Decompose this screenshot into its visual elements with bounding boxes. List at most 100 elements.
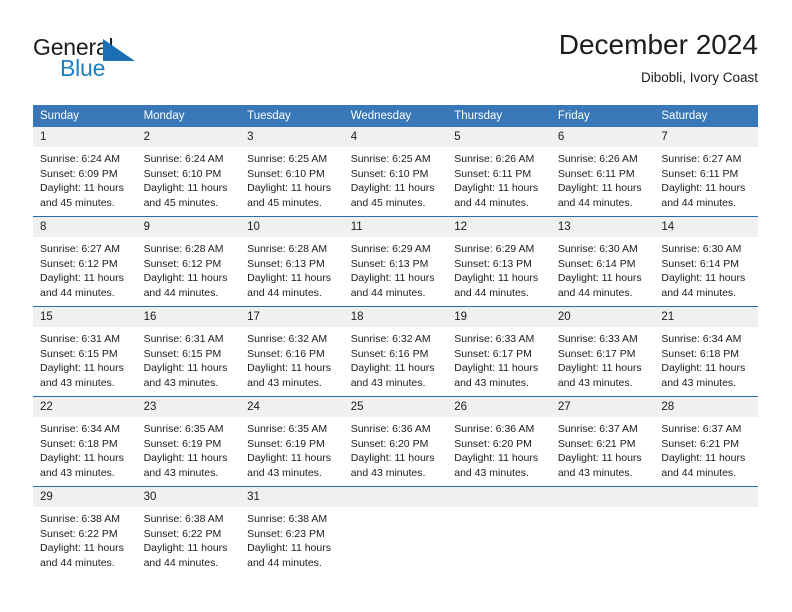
day-number: 22	[33, 397, 137, 417]
calendar-day-cell[interactable]: 8 Sunrise: 6:27 AM Sunset: 6:12 PM Daylight…	[33, 216, 137, 307]
sunrise-text: Sunrise: 6:38 AM	[40, 513, 120, 525]
brand-logo[interactable]: General Blue	[33, 34, 233, 86]
calendar-day-cell[interactable]: 4 Sunrise: 6:25 AM Sunset: 6:10 PM Daylight…	[343, 127, 448, 217]
calendar-day-cell[interactable]: 22 Sunrise: 6:34 AM Sunset: 6:18 PM Dayligh…	[33, 396, 137, 487]
daylight-text: Daylight: 11 hours and 43 minutes.	[350, 452, 435, 479]
calendar-day-cell[interactable]: 18 Sunrise: 6:32 AM Sunset: 6:16 PM Dayligh…	[343, 306, 448, 397]
calendar-day-cell[interactable]: 6 Sunrise: 6:26 AM Sunset: 6:11 PM Daylight…	[550, 127, 655, 217]
sunset-text: Sunset: 6:20 PM	[350, 437, 429, 450]
daylight-text: Daylight: 11 hours and 44 minutes.	[143, 542, 228, 569]
daylight-text: Daylight: 11 hours and 43 minutes.	[143, 362, 228, 389]
calendar-body: 1 Sunrise: 6:24 AM Sunset: 6:09 PM Daylight…	[33, 127, 758, 576]
calendar-day-cell[interactable]: 21 Sunrise: 6:34 AM Sunset: 6:18 PM Dayligh…	[654, 306, 758, 397]
calendar-day-cell[interactable]: 26 Sunrise: 6:36 AM Sunset: 6:20 PM Dayligh…	[447, 396, 551, 487]
daylight-text: Daylight: 11 hours and 45 minutes.	[350, 182, 435, 209]
day-number: 28	[654, 397, 758, 417]
sunset-text: Sunset: 6:18 PM	[661, 347, 740, 360]
calendar-day-cell[interactable]: 9 Sunrise: 6:28 AM Sunset: 6:12 PM Daylight…	[136, 216, 241, 307]
daylight-text: Daylight: 11 hours and 44 minutes.	[247, 272, 331, 299]
calendar-week-row: 1 Sunrise: 6:24 AM Sunset: 6:09 PM Daylight…	[33, 127, 758, 217]
calendar-day-cell[interactable]: 27 Sunrise: 6:37 AM Sunset: 6:21 PM Dayligh…	[550, 396, 655, 487]
sunset-text: Sunset: 6:21 PM	[557, 437, 636, 450]
calendar-day-cell[interactable]: 15 Sunrise: 6:31 AM Sunset: 6:15 PM Dayligh…	[33, 306, 137, 397]
sunrise-text: Sunrise: 6:26 AM	[454, 153, 535, 165]
calendar-cell-empty	[343, 486, 448, 576]
calendar-day-cell[interactable]: 10 Sunrise: 6:28 AM Sunset: 6:13 PM Dayligh…	[240, 216, 344, 307]
day-number: 27	[550, 397, 655, 417]
day-number: 3	[240, 127, 344, 147]
day-number: 5	[447, 127, 551, 147]
calendar-day-cell[interactable]: 11 Sunrise: 6:29 AM Sunset: 6:13 PM Dayligh…	[343, 216, 448, 307]
calendar-day-cell[interactable]: 29 Sunrise: 6:38 AM Sunset: 6:22 PM Dayligh…	[33, 486, 137, 576]
day-details: Sunrise: 6:24 AM Sunset: 6:10 PM Daylight:…	[137, 147, 241, 216]
calendar-cell-empty	[447, 486, 551, 576]
sunrise-text: Sunrise: 6:30 AM	[661, 243, 742, 255]
day-number: 8	[33, 217, 137, 237]
daylight-text: Daylight: 11 hours and 44 minutes.	[661, 272, 746, 299]
sunset-text: Sunset: 6:10 PM	[350, 167, 429, 180]
day-number: 9	[136, 217, 241, 237]
sunrise-text: Sunrise: 6:34 AM	[661, 333, 742, 345]
sunset-text: Sunset: 6:11 PM	[661, 167, 739, 180]
calendar-day-cell[interactable]: 19 Sunrise: 6:33 AM Sunset: 6:17 PM Dayligh…	[447, 306, 551, 397]
day-number: 20	[550, 307, 655, 327]
weekday-header-saturday: Saturday	[654, 105, 758, 127]
calendar-day-cell[interactable]: 16 Sunrise: 6:31 AM Sunset: 6:15 PM Dayligh…	[136, 306, 241, 397]
calendar-day-cell[interactable]: 28 Sunrise: 6:37 AM Sunset: 6:21 PM Dayligh…	[654, 396, 758, 487]
calendar-day-cell[interactable]: 30 Sunrise: 6:38 AM Sunset: 6:22 PM Dayligh…	[136, 486, 241, 576]
calendar-day-cell[interactable]: 17 Sunrise: 6:32 AM Sunset: 6:16 PM Dayligh…	[240, 306, 344, 397]
calendar-day-cell[interactable]: 7 Sunrise: 6:27 AM Sunset: 6:11 PM Daylight…	[654, 127, 758, 217]
calendar-day-cell[interactable]: 1 Sunrise: 6:24 AM Sunset: 6:09 PM Daylight…	[33, 127, 137, 217]
day-number: 4	[343, 127, 448, 147]
sunrise-text: Sunrise: 6:38 AM	[143, 513, 224, 525]
calendar-day-cell[interactable]: 3 Sunrise: 6:25 AM Sunset: 6:10 PM Daylight…	[240, 127, 344, 217]
calendar-page: General Blue December 2024 Dibobli, Ivor…	[0, 0, 792, 612]
calendar-cell-empty	[550, 486, 655, 576]
daylight-text: Daylight: 11 hours and 44 minutes.	[557, 182, 642, 209]
calendar-cell-empty	[654, 486, 758, 576]
day-details: Sunrise: 6:28 AM Sunset: 6:13 PM Daylight:…	[240, 237, 344, 306]
calendar-day-cell[interactable]: 2 Sunrise: 6:24 AM Sunset: 6:10 PM Daylight…	[136, 127, 241, 217]
sunset-text: Sunset: 6:11 PM	[557, 167, 635, 180]
sunrise-text: Sunrise: 6:31 AM	[143, 333, 224, 345]
calendar-week-row: 15 Sunrise: 6:31 AM Sunset: 6:15 PM Dayligh…	[33, 306, 758, 397]
sunrise-text: Sunrise: 6:25 AM	[247, 153, 328, 165]
day-number: 2	[136, 127, 241, 147]
day-details: Sunrise: 6:38 AM Sunset: 6:22 PM Daylight:…	[137, 507, 241, 576]
day-details: Sunrise: 6:30 AM Sunset: 6:14 PM Daylight:…	[654, 237, 758, 306]
sunrise-text: Sunrise: 6:33 AM	[454, 333, 535, 345]
calendar-day-cell[interactable]: 20 Sunrise: 6:33 AM Sunset: 6:17 PM Dayligh…	[550, 306, 655, 397]
triangle-flag-icon	[103, 39, 135, 61]
day-details: Sunrise: 6:35 AM Sunset: 6:19 PM Daylight:…	[137, 417, 241, 486]
calendar-day-cell[interactable]: 12 Sunrise: 6:29 AM Sunset: 6:13 PM Dayligh…	[447, 216, 551, 307]
daylight-text: Daylight: 11 hours and 44 minutes.	[247, 542, 331, 569]
calendar-day-cell[interactable]: 5 Sunrise: 6:26 AM Sunset: 6:11 PM Daylight…	[447, 127, 551, 217]
daylight-text: Daylight: 11 hours and 45 minutes.	[143, 182, 228, 209]
sunset-text: Sunset: 6:15 PM	[143, 347, 222, 360]
calendar-day-cell[interactable]: 23 Sunrise: 6:35 AM Sunset: 6:19 PM Dayligh…	[136, 396, 241, 487]
sunrise-text: Sunrise: 6:31 AM	[40, 333, 120, 345]
daylight-text: Daylight: 11 hours and 43 minutes.	[143, 452, 228, 479]
calendar-day-cell[interactable]: 13 Sunrise: 6:30 AM Sunset: 6:14 PM Dayligh…	[550, 216, 655, 307]
day-details: Sunrise: 6:26 AM Sunset: 6:11 PM Daylight:…	[551, 147, 655, 216]
day-number: 19	[447, 307, 551, 327]
day-number: 31	[240, 487, 344, 507]
daylight-text: Daylight: 11 hours and 43 minutes.	[661, 362, 746, 389]
day-details: Sunrise: 6:35 AM Sunset: 6:19 PM Daylight:…	[240, 417, 344, 486]
weekday-header-tuesday: Tuesday	[240, 105, 344, 127]
day-number: 21	[654, 307, 758, 327]
day-number: 6	[550, 127, 655, 147]
calendar-day-cell[interactable]: 25 Sunrise: 6:36 AM Sunset: 6:20 PM Dayligh…	[343, 396, 448, 487]
sunset-text: Sunset: 6:15 PM	[40, 347, 118, 360]
sunset-text: Sunset: 6:19 PM	[247, 437, 325, 450]
sunrise-text: Sunrise: 6:35 AM	[143, 423, 224, 435]
calendar-day-cell[interactable]: 24 Sunrise: 6:35 AM Sunset: 6:19 PM Dayligh…	[240, 396, 344, 487]
calendar-day-cell[interactable]: 31 Sunrise: 6:38 AM Sunset: 6:23 PM Dayligh…	[240, 486, 344, 576]
sunset-text: Sunset: 6:22 PM	[143, 527, 222, 540]
calendar-day-cell[interactable]: 14 Sunrise: 6:30 AM Sunset: 6:14 PM Dayligh…	[654, 216, 758, 307]
daylight-text: Daylight: 11 hours and 44 minutes.	[454, 182, 539, 209]
day-details: Sunrise: 6:37 AM Sunset: 6:21 PM Daylight:…	[654, 417, 758, 486]
daylight-text: Daylight: 11 hours and 44 minutes.	[661, 452, 746, 479]
sunrise-text: Sunrise: 6:34 AM	[40, 423, 120, 435]
sunset-text: Sunset: 6:19 PM	[143, 437, 222, 450]
